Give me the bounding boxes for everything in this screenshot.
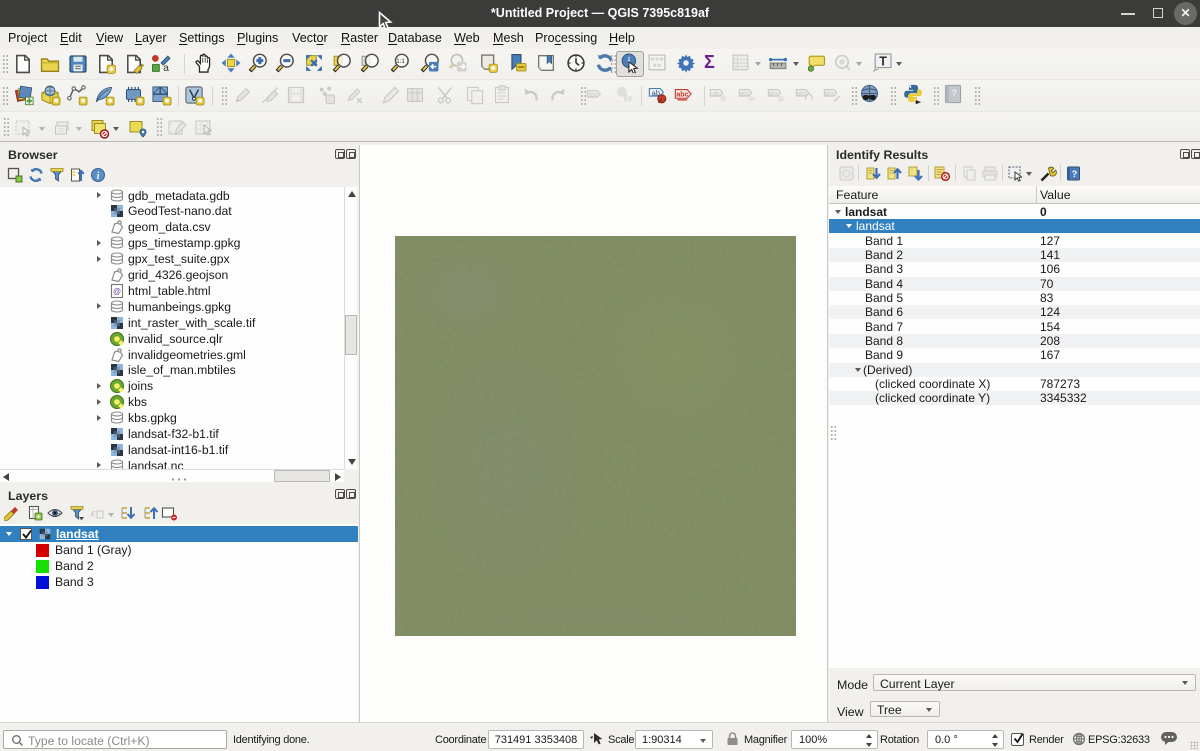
svg-text:ab: ab <box>712 91 720 98</box>
svg-text:ε: ε <box>91 507 96 519</box>
svg-text:?: ? <box>1072 169 1078 179</box>
svg-text:abc: abc <box>588 92 599 99</box>
svg-text:abc: abc <box>740 91 751 98</box>
svg-text:?: ? <box>951 89 957 100</box>
svg-text:i: i <box>97 171 100 182</box>
svg-text:T: T <box>879 54 887 68</box>
svg-text:abc: abc <box>769 91 780 98</box>
svg-text:abc: abc <box>676 92 688 99</box>
svg-text:abc: abc <box>825 91 836 98</box>
